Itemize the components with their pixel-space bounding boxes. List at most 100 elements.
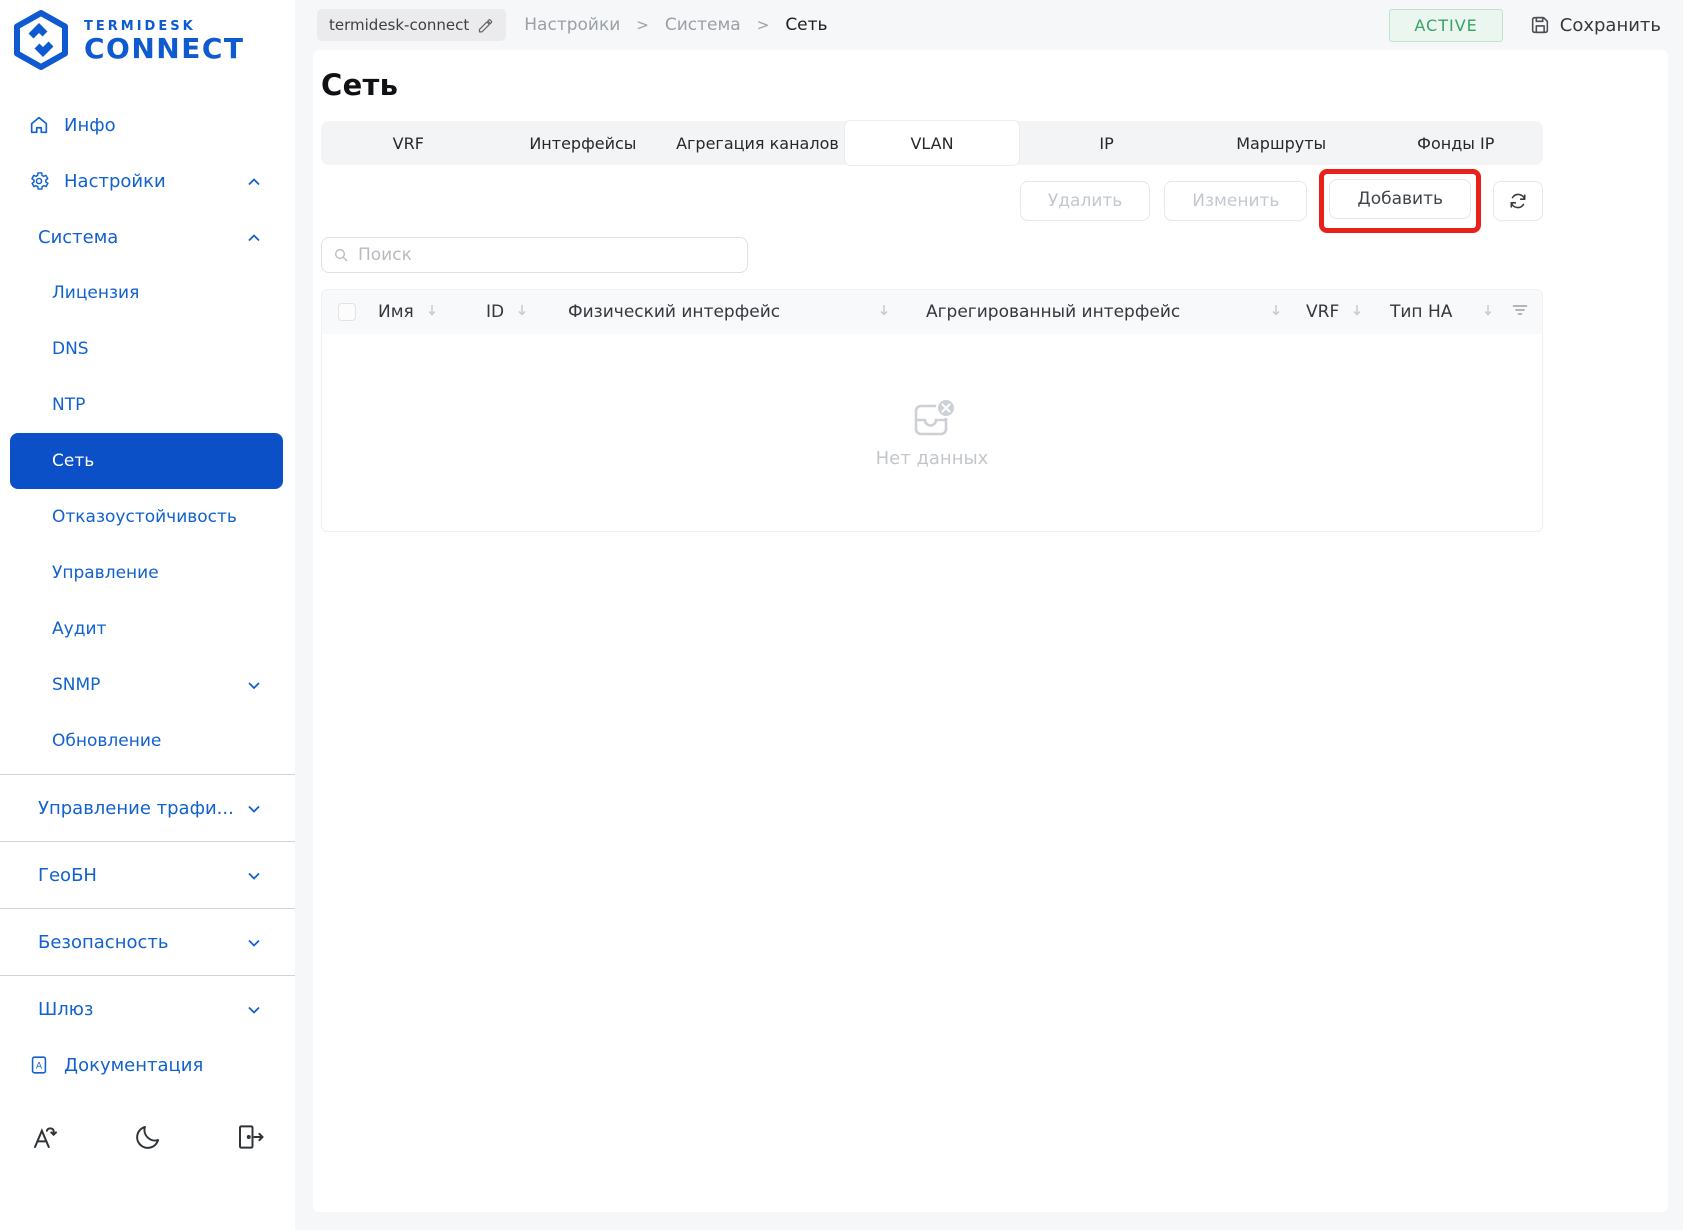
sidebar-item-label: Лицензия <box>52 283 140 303</box>
sidebar-item-update[interactable]: Обновление <box>0 713 295 769</box>
sidebar-divider <box>0 908 295 909</box>
sidebar-item-label: NTP <box>52 395 86 415</box>
tab-ip[interactable]: IP <box>1019 121 1194 165</box>
sort-icon[interactable] <box>1270 302 1282 322</box>
home-icon <box>28 114 50 136</box>
breadcrumb-system[interactable]: Система <box>665 15 741 35</box>
gear-icon <box>28 170 50 192</box>
red-annotation-box: Добавить <box>1319 169 1481 233</box>
sidebar-item-label: DNS <box>52 339 89 359</box>
brand-logo[interactable]: TERMIDESK CONNECT <box>0 0 295 75</box>
breadcrumb: Настройки > Система > Сеть <box>524 15 827 35</box>
filter-columns-icon[interactable] <box>1512 302 1528 322</box>
sidebar-item-system[interactable]: Система <box>0 209 295 265</box>
tab-vrf[interactable]: VRF <box>321 121 496 165</box>
breadcrumb-separator: > <box>636 16 649 34</box>
sidebar-item-label: Аудит <box>52 619 107 639</box>
chevron-up-icon <box>247 171 261 192</box>
sidebar-item-settings[interactable]: Настройки <box>0 153 295 209</box>
sidebar-divider <box>0 975 295 976</box>
column-header-name: Имя <box>378 302 414 322</box>
sidebar-item-license[interactable]: Лицензия <box>0 265 295 321</box>
select-all-checkbox[interactable] <box>338 303 356 321</box>
sidebar-item-failover[interactable]: Отказоустойчивость <box>0 489 295 545</box>
brand-name-bottom: CONNECT <box>84 32 245 66</box>
dark-mode-icon[interactable] <box>133 1122 163 1152</box>
tab-vlan[interactable]: VLAN <box>844 121 1020 165</box>
column-header-ha-type: Тип HA <box>1390 302 1453 322</box>
tab-interfaces[interactable]: Интерфейсы <box>496 121 671 165</box>
sidebar-item-label: Отказоустойчивость <box>52 507 237 527</box>
sidebar-item-info[interactable]: Инфо <box>0 97 295 153</box>
edit-pencil-icon[interactable] <box>477 17 494 34</box>
sidebar-item-gateway[interactable]: Шлюз <box>0 981 295 1037</box>
chevron-up-icon <box>247 227 261 248</box>
sidebar-item-network[interactable]: Сеть <box>10 433 283 489</box>
sort-icon[interactable] <box>1351 302 1363 322</box>
sidebar-item-documentation[interactable]: А Документация <box>0 1037 295 1093</box>
search-input[interactable] <box>321 237 748 273</box>
sidebar-item-label: Управление трафи... <box>38 797 234 819</box>
sidebar-item-ntp[interactable]: NTP <box>0 377 295 433</box>
sidebar-item-snmp[interactable]: SNMP <box>0 657 295 713</box>
floppy-disk-icon <box>1531 16 1548 34</box>
sort-icon[interactable] <box>878 302 890 322</box>
breadcrumb-settings[interactable]: Настройки <box>524 15 620 35</box>
sidebar-item-label: Обновление <box>52 731 162 751</box>
sidebar-item-label: Инфо <box>64 114 116 136</box>
no-data-label: Нет данных <box>875 448 989 469</box>
sidebar-item-label: Сеть <box>52 451 95 471</box>
refresh-icon <box>1510 193 1526 209</box>
save-button-label: Сохранить <box>1559 14 1661 36</box>
sidebar-divider <box>0 841 295 842</box>
sort-icon[interactable] <box>1482 302 1494 322</box>
sidebar-item-security[interactable]: Безопасность <box>0 914 295 970</box>
sidebar-item-label: ГеоБН <box>38 864 97 886</box>
tab-link-aggregation[interactable]: Агрегация каналов <box>670 121 845 165</box>
sidebar-item-geobn[interactable]: ГеоБН <box>0 847 295 903</box>
vlan-table: Имя ID Физический интерфейс Агрегированн… <box>321 289 1543 532</box>
add-button[interactable]: Добавить <box>1329 179 1471 219</box>
sort-icon[interactable] <box>426 302 438 322</box>
sidebar: TERMIDESK CONNECT Инфо Настройки Система… <box>0 0 295 1230</box>
save-button[interactable]: Сохранить <box>1529 14 1661 36</box>
sidebar-item-audit[interactable]: Аудит <box>0 601 295 657</box>
language-icon[interactable] <box>30 1122 60 1152</box>
sidebar-item-dns[interactable]: DNS <box>0 321 295 377</box>
table-empty-state: Нет данных <box>321 334 1543 532</box>
chevron-down-icon <box>247 675 261 695</box>
column-header-aggregated-interface: Агрегированный интерфейс <box>926 302 1181 322</box>
edit-button[interactable]: Изменить <box>1164 181 1308 221</box>
sidebar-item-label: Документация <box>64 1054 204 1076</box>
hostname-label: termidesk-connect <box>329 16 470 34</box>
sidebar-item-label: Безопасность <box>38 931 169 953</box>
column-header-vrf: VRF <box>1306 302 1340 322</box>
network-tabs: VRF Интерфейсы Агрегация каналов VLAN IP… <box>321 121 1543 165</box>
svg-text:А: А <box>36 1061 43 1072</box>
sidebar-divider <box>0 774 295 775</box>
status-badge: ACTIVE <box>1389 8 1503 42</box>
breadcrumb-separator: > <box>756 16 770 34</box>
sort-icon[interactable] <box>516 302 528 322</box>
chevron-down-icon <box>247 865 261 886</box>
hostname-chip[interactable]: termidesk-connect <box>317 9 507 41</box>
page-title: Сеть <box>321 68 399 102</box>
delete-button[interactable]: Удалить <box>1019 181 1151 221</box>
sidebar-item-traffic-management[interactable]: Управление трафи... <box>0 780 295 836</box>
no-data-inbox-icon <box>914 398 956 436</box>
main-content-card: Сеть VRF Интерфейсы Агрегация каналов VL… <box>313 50 1668 1212</box>
column-header-physical-interface: Физический интерфейс <box>568 302 781 322</box>
tab-ip-pools[interactable]: Фонды IP <box>1368 121 1543 165</box>
termidesk-hexagon-logo-icon <box>14 10 68 70</box>
table-toolbar: Удалить Изменить Добавить <box>321 169 1543 233</box>
chevron-down-icon <box>247 932 261 953</box>
sidebar-item-label: Управление <box>52 563 159 583</box>
sidebar-item-management[interactable]: Управление <box>0 545 295 601</box>
logout-icon[interactable] <box>235 1122 265 1152</box>
refresh-button[interactable] <box>1493 181 1543 221</box>
chevron-down-icon <box>247 798 261 819</box>
tab-routes[interactable]: Маршруты <box>1194 121 1369 165</box>
sidebar-item-label: Шлюз <box>38 998 94 1020</box>
book-icon: А <box>28 1054 50 1076</box>
breadcrumb-network-current: Сеть <box>785 15 828 35</box>
